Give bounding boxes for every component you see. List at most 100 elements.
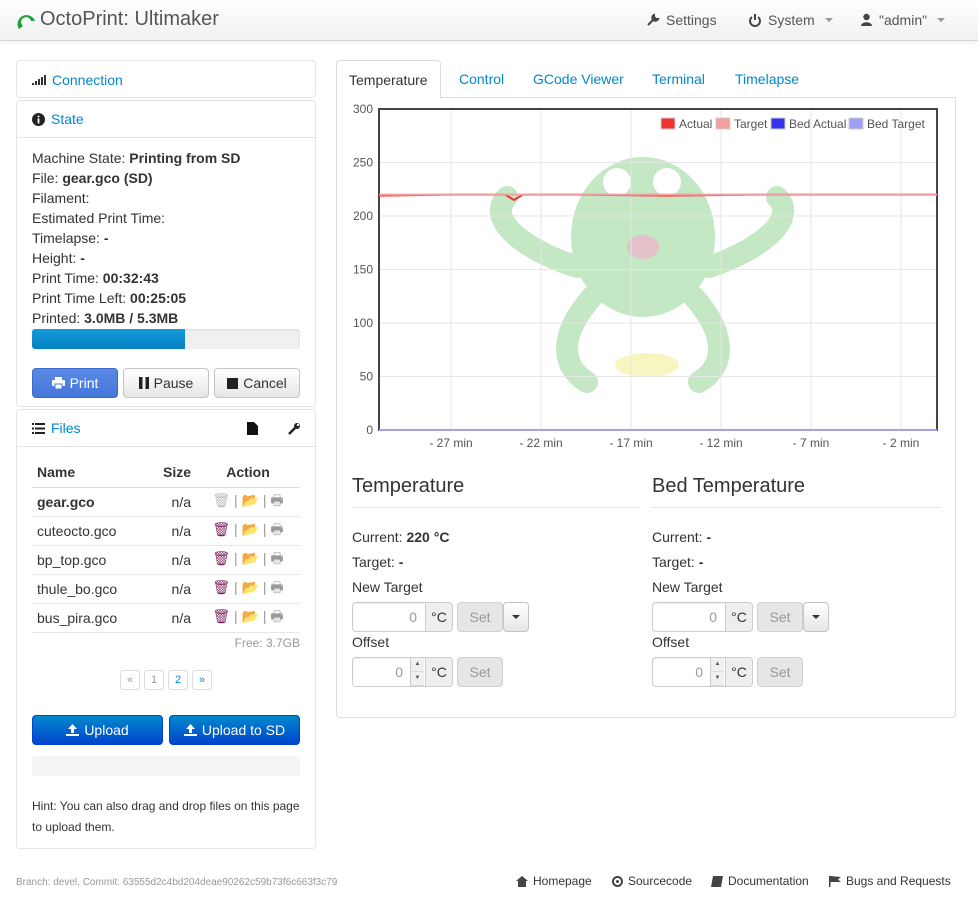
temperature-offset-set-button[interactable]: Set bbox=[457, 657, 503, 687]
tab-timelapse[interactable]: Timelapse bbox=[723, 60, 811, 98]
trash-icon[interactable]: 🗑 bbox=[212, 492, 230, 508]
cancel-button[interactable]: Cancel bbox=[214, 368, 300, 398]
legend-label: Bed Target bbox=[867, 117, 925, 131]
pager-prev[interactable]: « bbox=[120, 669, 140, 690]
folder-open-icon[interactable]: 📂 bbox=[242, 521, 259, 537]
col-name[interactable]: Name bbox=[32, 457, 148, 488]
files-table: Name Size Action gear.gco n/a 🗑 | 📂 | 🖶 cut… bbox=[32, 457, 300, 633]
footer-bugs[interactable]: Bugs and Requests bbox=[829, 874, 951, 888]
table-row[interactable]: gear.gco n/a 🗑 | 📂 | 🖶 bbox=[32, 487, 300, 517]
nav-settings[interactable]: Settings bbox=[646, 12, 717, 28]
file-icon[interactable] bbox=[247, 422, 258, 435]
printer-icon[interactable]: 🖶 bbox=[270, 608, 283, 624]
col-size[interactable]: Size bbox=[147, 457, 196, 488]
trash-icon[interactable]: 🗑 bbox=[212, 550, 230, 566]
table-row[interactable]: thule_bo.gco n/a 🗑 | 📂 | 🖶 bbox=[32, 574, 300, 604]
celsius-addon: °C bbox=[426, 657, 453, 687]
tab-terminal[interactable]: Terminal bbox=[640, 60, 717, 98]
connection-title[interactable]: Connection bbox=[52, 72, 123, 88]
legend-swatch bbox=[715, 117, 731, 130]
spin-down-icon[interactable]: ▼ bbox=[411, 672, 424, 686]
x-tick-label: - 27 min bbox=[429, 436, 472, 450]
trash-icon[interactable]: 🗑 bbox=[212, 579, 230, 595]
table-row[interactable]: cuteocto.gco n/a 🗑 | 📂 | 🖶 bbox=[32, 516, 300, 546]
folder-open-icon[interactable]: 📂 bbox=[242, 579, 259, 595]
state-title[interactable]: State bbox=[51, 111, 84, 127]
footer-documentation[interactable]: Documentation bbox=[711, 874, 809, 888]
printer-icon[interactable]: 🖶 bbox=[270, 550, 283, 566]
x-tick-label: - 12 min bbox=[699, 436, 742, 450]
print-time-line: Print Time: 00:32:43 bbox=[32, 270, 159, 286]
legend-label: Bed Actual bbox=[789, 117, 846, 131]
state-header[interactable]: State bbox=[17, 101, 315, 138]
tab-temperature[interactable]: Temperature bbox=[336, 60, 441, 99]
pager-page-2[interactable]: 2 bbox=[168, 669, 188, 690]
file-name[interactable]: bp_top.gco bbox=[32, 545, 148, 575]
brand[interactable]: OctoPrint: Ultimaker bbox=[16, 8, 219, 31]
bed-presets-dropdown[interactable] bbox=[803, 602, 829, 632]
table-row[interactable]: bp_top.gco n/a 🗑 | 📂 | 🖶 bbox=[32, 545, 300, 575]
print-button[interactable]: Print bbox=[32, 368, 118, 398]
pager-page-1[interactable]: 1 bbox=[144, 669, 164, 690]
upload-hint: Hint: You can also drag and drop files o… bbox=[32, 798, 300, 834]
y-tick-label: 150 bbox=[353, 263, 373, 277]
file-size: n/a bbox=[147, 603, 196, 633]
tab-control[interactable]: Control bbox=[447, 60, 516, 98]
bed-offset-set-button[interactable]: Set bbox=[757, 657, 803, 687]
y-tick-label: 0 bbox=[366, 423, 373, 437]
file-actions: 🗑 | 📂 | 🖶 bbox=[196, 603, 300, 633]
file-size: n/a bbox=[147, 574, 196, 604]
table-row[interactable]: bus_pira.gco n/a 🗑 | 📂 | 🖶 bbox=[32, 603, 300, 633]
footer-sourcecode[interactable]: Sourcecode bbox=[612, 874, 692, 888]
nav-system[interactable]: System bbox=[748, 12, 833, 28]
file-name[interactable]: cuteocto.gco bbox=[32, 516, 148, 546]
printer-icon[interactable]: 🖶 bbox=[270, 521, 283, 537]
bed-set-button[interactable]: Set bbox=[757, 602, 803, 632]
spin-up-icon[interactable]: ▲ bbox=[411, 658, 424, 672]
files-header[interactable]: Files bbox=[17, 410, 315, 447]
main-tabs: Temperature Control GCode Viewer Termina… bbox=[336, 60, 956, 99]
folder-open-icon[interactable]: 📂 bbox=[242, 608, 259, 624]
upload-icon bbox=[66, 723, 80, 736]
bed-target: Target: - bbox=[652, 554, 704, 570]
printer-icon bbox=[51, 377, 65, 389]
wrench-icon[interactable] bbox=[288, 422, 301, 435]
printer-icon[interactable]: 🖶 bbox=[270, 579, 283, 595]
footer-homepage[interactable]: Homepage bbox=[516, 874, 592, 888]
bed-offset-label: Offset bbox=[652, 634, 690, 650]
trash-icon[interactable]: 🗑 bbox=[212, 608, 230, 624]
file-name[interactable]: bus_pira.gco bbox=[32, 603, 148, 633]
upload-progress bbox=[32, 755, 300, 776]
spin-down-icon[interactable]: ▼ bbox=[711, 672, 724, 686]
printer-icon[interactable]: 🖶 bbox=[270, 492, 283, 508]
file-name[interactable]: gear.gco bbox=[32, 487, 148, 517]
spin-up-icon[interactable]: ▲ bbox=[711, 658, 724, 672]
nav-user[interactable]: "admin" bbox=[860, 12, 946, 28]
pager-next[interactable]: » bbox=[192, 669, 212, 690]
file-actions: 🗑 | 📂 | 🖶 bbox=[196, 516, 300, 546]
upload-sd-button[interactable]: Upload to SD bbox=[169, 714, 300, 745]
y-tick-label: 100 bbox=[353, 316, 373, 330]
file-size: n/a bbox=[147, 487, 196, 517]
offset-spinner[interactable]: ▲ ▼ bbox=[410, 658, 424, 686]
bed-new-target-input[interactable]: 0 bbox=[652, 602, 726, 632]
offset-spinner[interactable]: ▲ ▼ bbox=[710, 658, 724, 686]
files-title[interactable]: Files bbox=[51, 420, 81, 436]
folder-open-icon[interactable]: 📂 bbox=[242, 492, 259, 508]
brand-title: OctoPrint: Ultimaker bbox=[40, 8, 219, 30]
tab-gcode-viewer[interactable]: GCode Viewer bbox=[521, 60, 636, 98]
folder-open-icon[interactable]: 📂 bbox=[242, 550, 259, 566]
timelapse-line: Timelapse: - bbox=[32, 230, 109, 246]
pause-button[interactable]: Pause bbox=[123, 368, 209, 398]
file-name[interactable]: thule_bo.gco bbox=[32, 574, 148, 604]
book-icon bbox=[711, 875, 723, 887]
file-size: n/a bbox=[147, 545, 196, 575]
temperature-set-button[interactable]: Set bbox=[457, 602, 503, 632]
temperature-presets-dropdown[interactable] bbox=[503, 602, 529, 632]
files-panel: Files Name Size Action gear.gco n/a 🗑 | 📂 … bbox=[16, 409, 316, 849]
upload-button[interactable]: Upload bbox=[32, 714, 163, 745]
connection-header[interactable]: Connection bbox=[17, 61, 315, 98]
nav-system-label: System bbox=[768, 12, 815, 28]
trash-icon[interactable]: 🗑 bbox=[212, 521, 230, 537]
temperature-new-target-input[interactable]: 0 bbox=[352, 602, 426, 632]
